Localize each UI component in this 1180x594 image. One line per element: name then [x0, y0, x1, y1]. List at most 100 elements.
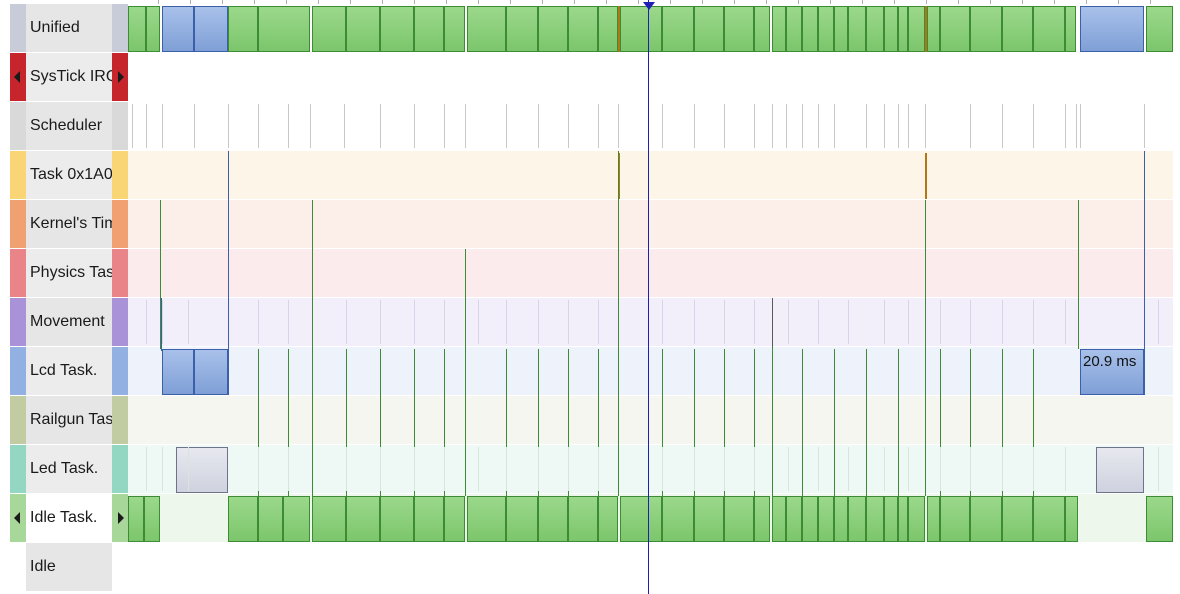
- scroll-left-icon[interactable]: [14, 512, 20, 524]
- row-label-7[interactable]: Lcd Task.: [10, 347, 128, 395]
- unified-task-segment[interactable]: [444, 6, 465, 52]
- idle-task-segment[interactable]: [1033, 496, 1065, 542]
- unified-task-segment[interactable]: [538, 6, 568, 52]
- led-task-segment[interactable]: [176, 447, 228, 493]
- idle-task-segment[interactable]: [144, 496, 160, 542]
- unified-lcd-segment[interactable]: [1080, 6, 1144, 52]
- idle-task-segment[interactable]: [724, 496, 754, 542]
- lcd-task-segment[interactable]: [194, 349, 228, 395]
- idle-task-segment[interactable]: [444, 496, 465, 542]
- idle-task-segment[interactable]: [467, 496, 506, 542]
- unified-task-segment[interactable]: [568, 6, 598, 52]
- unified-task-segment[interactable]: [1146, 6, 1173, 52]
- idle-task-segment[interactable]: [786, 496, 802, 542]
- row-label-6[interactable]: Movement: [10, 298, 128, 346]
- lcd-task-segment[interactable]: [162, 349, 194, 395]
- unified-task-segment[interactable]: [414, 6, 444, 52]
- unified-task-segment[interactable]: [146, 6, 160, 52]
- idle-task-segment[interactable]: [128, 496, 144, 542]
- time-cursor-handle-icon[interactable]: [643, 2, 655, 10]
- unified-task-segment[interactable]: [506, 6, 538, 52]
- idle-task-segment[interactable]: [258, 496, 283, 542]
- unified-task-segment[interactable]: [598, 6, 618, 52]
- row-label-10[interactable]: Idle Task.: [10, 494, 128, 542]
- unified-task-segment[interactable]: [620, 6, 662, 52]
- unified-task-segment[interactable]: [898, 6, 908, 52]
- scroll-right-icon[interactable]: [118, 512, 124, 524]
- unified-task-segment[interactable]: [970, 6, 1002, 52]
- row-label-8[interactable]: Railgun Task: [10, 396, 128, 444]
- idle-task-segment[interactable]: [346, 496, 380, 542]
- idle-task-segment[interactable]: [694, 496, 724, 542]
- idle-task-segment[interactable]: [380, 496, 414, 542]
- idle-task-segment[interactable]: [538, 496, 568, 542]
- idle-task-segment[interactable]: [970, 496, 1002, 542]
- unified-task-segment[interactable]: [848, 6, 866, 52]
- unified-task-segment[interactable]: [1002, 6, 1033, 52]
- unified-task-segment[interactable]: [927, 6, 940, 52]
- row-label-11[interactable]: Idle: [10, 543, 128, 591]
- idle-task-segment[interactable]: [312, 496, 346, 542]
- led-task-segment[interactable]: [1096, 447, 1144, 493]
- idle-task-segment[interactable]: [754, 496, 770, 542]
- unified-task0-marker[interactable]: [618, 6, 620, 52]
- lcd-task-segment[interactable]: 20.9 ms: [1080, 349, 1144, 395]
- idle-task-segment[interactable]: [620, 496, 662, 542]
- row-label-1[interactable]: SysTick IRQ: [10, 53, 128, 101]
- unified-task-segment[interactable]: [724, 6, 754, 52]
- idle-task-segment[interactable]: [898, 496, 908, 542]
- row-label-3[interactable]: Task 0x1A0: [10, 151, 128, 199]
- idle-task-segment[interactable]: [848, 496, 866, 542]
- unified-task-segment[interactable]: [662, 6, 694, 52]
- unified-task-segment[interactable]: [818, 6, 834, 52]
- unified-task-segment[interactable]: [884, 6, 898, 52]
- unified-task-segment[interactable]: [380, 6, 414, 52]
- unified-task-segment[interactable]: [128, 6, 146, 52]
- row-label-5[interactable]: Physics Task: [10, 249, 128, 297]
- idle-task-segment[interactable]: [940, 496, 970, 542]
- row-label-9[interactable]: Led Task.: [10, 445, 128, 493]
- idle-task-segment[interactable]: [818, 496, 834, 542]
- idle-task-segment[interactable]: [414, 496, 444, 542]
- idle-task-segment[interactable]: [506, 496, 538, 542]
- time-cursor[interactable]: [648, 0, 649, 594]
- unified-lcd-segment[interactable]: [162, 6, 194, 52]
- idle-task-segment[interactable]: [1002, 496, 1033, 542]
- idle-task-segment[interactable]: [283, 496, 310, 542]
- idle-task-segment[interactable]: [884, 496, 898, 542]
- idle-task-segment[interactable]: [228, 496, 258, 542]
- timeline-view[interactable]: 20.9 ms: [128, 0, 1173, 594]
- unified-task-segment[interactable]: [1065, 6, 1076, 52]
- idle-task-segment[interactable]: [772, 496, 786, 542]
- unified-task-segment[interactable]: [694, 6, 724, 52]
- scroll-left-icon[interactable]: [14, 71, 20, 83]
- task0-run-marker[interactable]: [925, 153, 927, 199]
- unified-task-segment[interactable]: [802, 6, 818, 52]
- unified-task-segment[interactable]: [940, 6, 970, 52]
- idle-task-segment[interactable]: [927, 496, 940, 542]
- idle-task-segment[interactable]: [568, 496, 598, 542]
- unified-task-segment[interactable]: [908, 6, 925, 52]
- idle-task-segment[interactable]: [834, 496, 848, 542]
- unified-task-segment[interactable]: [754, 6, 770, 52]
- unified-task-segment[interactable]: [834, 6, 848, 52]
- scroll-right-icon[interactable]: [118, 71, 124, 83]
- idle-task-segment[interactable]: [1146, 496, 1173, 542]
- idle-task-segment[interactable]: [1065, 496, 1078, 542]
- idle-task-segment[interactable]: [598, 496, 618, 542]
- row-label-0[interactable]: Unified: [10, 4, 128, 52]
- unified-task-segment[interactable]: [866, 6, 884, 52]
- unified-task-segment[interactable]: [467, 6, 506, 52]
- unified-lcd-segment[interactable]: [194, 6, 228, 52]
- unified-task-segment[interactable]: [346, 6, 380, 52]
- idle-task-segment[interactable]: [908, 496, 925, 542]
- unified-task-segment[interactable]: [228, 6, 258, 52]
- row-label-4[interactable]: Kernel's Timer: [10, 200, 128, 248]
- idle-task-segment[interactable]: [662, 496, 694, 542]
- unified-task-segment[interactable]: [312, 6, 346, 52]
- unified-task-segment[interactable]: [786, 6, 802, 52]
- row-label-2[interactable]: Scheduler: [10, 102, 128, 150]
- unified-task-segment[interactable]: [1033, 6, 1065, 52]
- idle-task-segment[interactable]: [802, 496, 818, 542]
- idle-task-segment[interactable]: [866, 496, 884, 542]
